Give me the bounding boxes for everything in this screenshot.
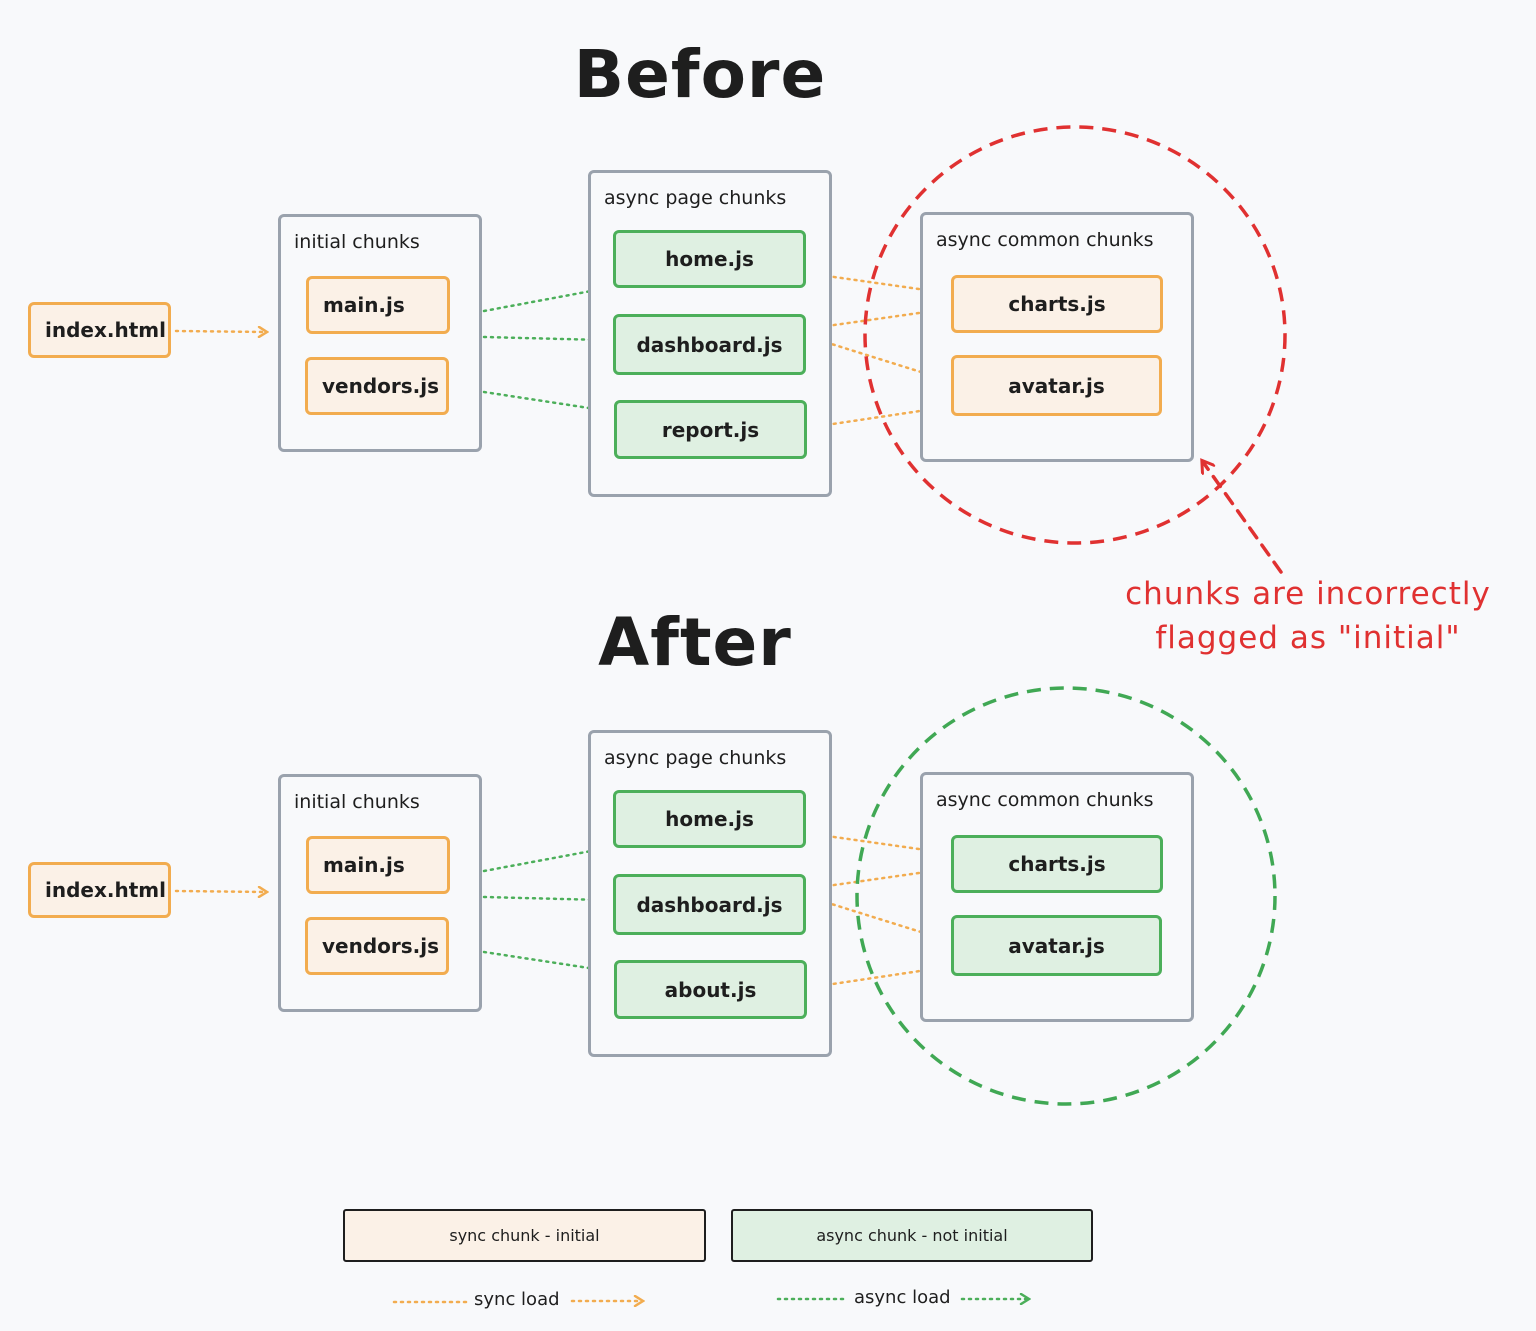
sync-load-arrow	[174, 891, 266, 892]
annotation-line-1: chunks are incorrectly	[1125, 576, 1491, 612]
annotation-arrow	[1203, 462, 1283, 574]
after-chunk-home-js: home.js	[613, 790, 806, 848]
async-load-arrow	[482, 390, 602, 410]
after-chunk-avatar-js: avatar.js	[951, 915, 1162, 976]
group-label: async page chunks	[604, 187, 787, 209]
async-load-arrow	[482, 289, 602, 313]
group-label: async common chunks	[936, 229, 1154, 251]
sync-load-arrow	[174, 331, 266, 332]
before-entry-index-html: index.html	[28, 302, 171, 358]
legend-sync-chunk: sync chunk - initial	[343, 1209, 706, 1262]
async-load-arrow	[482, 849, 602, 873]
async-load-arrow	[482, 897, 602, 900]
legend-async-load-label: async load	[854, 1287, 951, 1308]
before-chunk-charts-js: charts.js	[951, 275, 1163, 333]
after-chunk-vendors-js: vendors.js	[305, 917, 449, 975]
before-async-common-chunks-group: async common chunks	[920, 212, 1194, 462]
legend-sync-load-label: sync load	[474, 1289, 560, 1310]
before-chunk-dashboard-js: dashboard.js	[613, 314, 806, 375]
group-label: initial chunks	[294, 231, 420, 253]
after-title: After	[598, 604, 792, 681]
group-label: initial chunks	[294, 791, 420, 813]
after-async-common-chunks-group: async common chunks	[920, 772, 1194, 1022]
async-load-arrow	[482, 337, 602, 340]
before-chunk-vendors-js: vendors.js	[305, 357, 449, 415]
after-chunk-about-js: about.js	[614, 960, 807, 1019]
after-chunk-dashboard-js: dashboard.js	[613, 874, 806, 935]
after-chunk-main-js: main.js	[306, 836, 450, 894]
legend-sync-load: sync load	[474, 1289, 560, 1310]
before-chunk-avatar-js: avatar.js	[951, 355, 1162, 416]
before-title: Before	[573, 36, 827, 113]
before-chunk-report-js: report.js	[614, 400, 807, 459]
legend-async-load: async load	[854, 1287, 951, 1308]
async-load-arrow	[482, 950, 602, 970]
after-entry-index-html: index.html	[28, 862, 171, 918]
before-chunk-home-js: home.js	[613, 230, 806, 288]
annotation-line-2: flagged as "initial"	[1155, 620, 1461, 656]
before-chunk-main-js: main.js	[306, 276, 450, 334]
group-label: async page chunks	[604, 747, 787, 769]
legend-async-chunk: async chunk - not initial	[731, 1209, 1093, 1262]
group-label: async common chunks	[936, 789, 1154, 811]
after-chunk-charts-js: charts.js	[951, 835, 1163, 893]
annotation-text: chunks are incorrectly flagged as "initi…	[1100, 572, 1516, 660]
